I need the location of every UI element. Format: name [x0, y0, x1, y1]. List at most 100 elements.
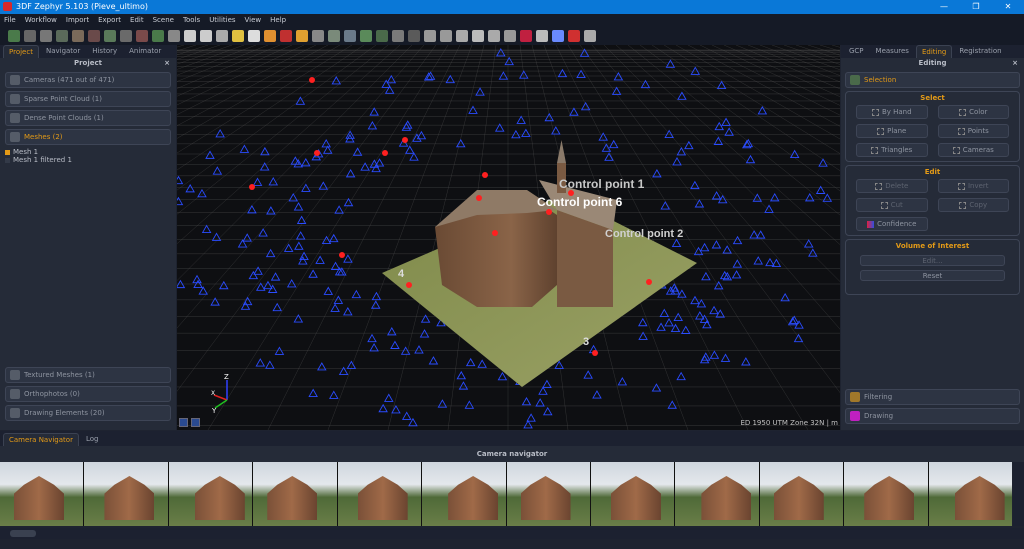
selection-section[interactable]: Selection [845, 72, 1020, 88]
scene-canvas[interactable]: Control point 1 Control point 6 Control … [177, 45, 840, 430]
cut-button[interactable]: Cut [856, 198, 928, 212]
project-item-dense-cloud[interactable]: Dense Point Clouds (1) [5, 110, 171, 126]
toolbar-button-icon[interactable] [248, 29, 260, 42]
project-item-sparse-cloud[interactable]: Sparse Point Cloud (1) [5, 91, 171, 107]
menu-workflow[interactable]: Workflow [25, 14, 57, 26]
view-mode-button[interactable] [179, 418, 188, 427]
camera-thumbnail[interactable] [928, 462, 1013, 526]
camera-thumbnail[interactable] [590, 462, 675, 526]
toolbar-button-icon[interactable] [136, 29, 148, 42]
toolbar-button-icon[interactable] [536, 29, 548, 42]
mesh-list-item[interactable]: Mesh 1 filtered 1 [5, 156, 176, 164]
toolbar-button-icon[interactable] [376, 29, 388, 42]
menu-scene[interactable]: Scene [153, 14, 174, 26]
toolbar-button-icon[interactable] [184, 29, 196, 42]
drawing-section[interactable]: Drawing [845, 408, 1020, 424]
camera-thumbnail[interactable] [844, 462, 928, 526]
toolbar-button-icon[interactable] [408, 29, 420, 42]
toolbar-button-icon[interactable] [296, 29, 308, 42]
toolbar-button-icon[interactable] [440, 29, 452, 42]
tab-measures[interactable]: Measures [871, 45, 914, 58]
confidence-button[interactable]: Confidence [856, 217, 928, 231]
3d-viewport[interactable]: Control point 1 Control point 6 Control … [177, 45, 840, 430]
project-item-drawing[interactable]: Drawing Elements (20) [5, 405, 171, 421]
tab-log[interactable]: Log [81, 433, 104, 446]
project-item-mesh[interactable]: Meshes (2) [5, 129, 171, 145]
close-button[interactable]: ✕ [992, 0, 1024, 14]
toolbar-button-icon[interactable] [152, 29, 164, 42]
toolbar-button-icon[interactable] [280, 29, 292, 42]
close-panel-button[interactable]: × [1012, 58, 1018, 69]
menu-help[interactable]: Help [270, 14, 286, 26]
camera-thumbnail[interactable] [422, 462, 506, 526]
camera-thumbnail[interactable] [253, 462, 337, 526]
camera-thumbnail[interactable] [0, 462, 84, 526]
view-mode-button[interactable] [191, 418, 200, 427]
toolbar-button-icon[interactable] [232, 29, 244, 42]
toolbar-button-icon[interactable] [168, 29, 180, 42]
plane-button[interactable]: Plane [856, 124, 928, 138]
camera-thumbnail[interactable] [759, 462, 844, 526]
color-button[interactable]: Color [937, 105, 1009, 119]
camera-thumbnail[interactable] [506, 462, 590, 526]
tab-gcp[interactable]: GCP [844, 45, 869, 58]
tab-project[interactable]: Project [3, 45, 39, 58]
close-panel-button[interactable]: × [164, 58, 170, 69]
toolbar-button-icon[interactable] [40, 29, 52, 42]
triangles-button[interactable]: Triangles [856, 143, 928, 157]
toolbar-button-icon[interactable] [392, 29, 404, 42]
menu-file[interactable]: File [4, 14, 16, 26]
scrollbar-thumb[interactable] [10, 530, 36, 537]
menu-tools[interactable]: Tools [183, 14, 200, 26]
voi-edit-button[interactable]: Edit... [860, 255, 1005, 266]
toolbar-button-icon[interactable] [264, 29, 276, 42]
cameras-button[interactable]: Cameras [937, 143, 1009, 157]
menu-import[interactable]: Import [66, 14, 89, 26]
vertical-scrollbar[interactable] [1013, 462, 1024, 526]
mesh-list-item[interactable]: Mesh 1 [5, 148, 176, 156]
toolbar-button-icon[interactable] [24, 29, 36, 42]
toolbar-button-icon[interactable] [216, 29, 228, 42]
tab-editing[interactable]: Editing [915, 45, 953, 58]
project-item-orthophoto[interactable]: Orthophotos (0) [5, 386, 171, 402]
toolbar-button-icon[interactable] [104, 29, 116, 42]
camera-thumbnail[interactable] [84, 462, 168, 526]
tab-camera-navigator[interactable]: Camera Navigator [3, 433, 79, 446]
toolbar-button-icon[interactable] [520, 29, 532, 42]
toolbar-button-icon[interactable] [472, 29, 484, 42]
toolbar-button-icon[interactable] [488, 29, 500, 42]
maximize-button[interactable]: ❐ [960, 0, 992, 14]
horizontal-scrollbar[interactable] [0, 528, 1024, 539]
menu-export[interactable]: Export [98, 14, 121, 26]
camera-thumbnail[interactable] [675, 462, 759, 526]
tab-registration[interactable]: Registration [954, 45, 1006, 58]
menu-utilities[interactable]: Utilities [209, 14, 235, 26]
camera-thumbnail[interactable] [168, 462, 253, 526]
toolbar-button-icon[interactable] [200, 29, 212, 42]
toolbar-button-icon[interactable] [456, 29, 468, 42]
toolbar-button-icon[interactable] [8, 29, 20, 42]
points-button[interactable]: Points [937, 124, 1009, 138]
minimize-button[interactable]: — [928, 0, 960, 14]
toolbar-button-icon[interactable] [312, 29, 324, 42]
menu-view[interactable]: View [245, 14, 262, 26]
tab-history[interactable]: History [87, 45, 122, 58]
toolbar-button-icon[interactable] [552, 29, 564, 42]
menu-edit[interactable]: Edit [130, 14, 144, 26]
toolbar-button-icon[interactable] [88, 29, 100, 42]
filtering-section[interactable]: Filtering [845, 389, 1020, 405]
toolbar-button-icon[interactable] [568, 29, 580, 42]
tab-navigator[interactable]: Navigator [41, 45, 85, 58]
toolbar-button-icon[interactable] [360, 29, 372, 42]
project-item-textured-mesh[interactable]: Textured Meshes (1) [5, 367, 171, 383]
toolbar-button-icon[interactable] [328, 29, 340, 42]
delete-button[interactable]: Delete [856, 179, 928, 193]
mesh-checkbox[interactable] [5, 157, 10, 163]
project-item-camera[interactable]: Cameras (471 out of 471) [5, 72, 171, 88]
by-hand-button[interactable]: By Hand [856, 105, 928, 119]
voi-reset-button[interactable]: Reset [860, 270, 1005, 281]
copy-button[interactable]: Copy [937, 198, 1009, 212]
tab-animator[interactable]: Animator [124, 45, 166, 58]
toolbar-button-icon[interactable] [120, 29, 132, 42]
toolbar-button-icon[interactable] [424, 29, 436, 42]
